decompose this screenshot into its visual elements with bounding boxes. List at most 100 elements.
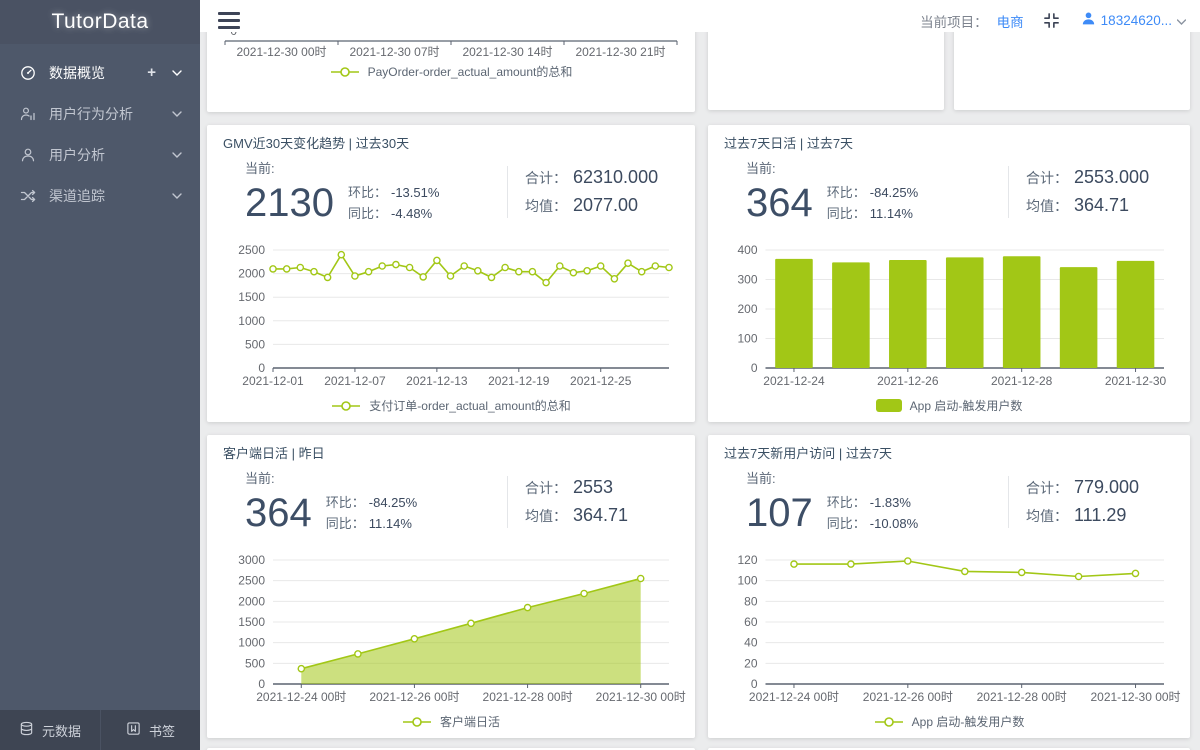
stats-divider: [1008, 476, 1009, 528]
svg-text:2000: 2000: [238, 594, 265, 608]
dau-bar-chart[interactable]: 01002003004002021-12-242021-12-262021-12…: [724, 242, 1174, 392]
line-legend-marker: [402, 717, 432, 727]
svg-text:500: 500: [245, 656, 265, 670]
card-title: 过去7天日活 | 过去7天: [724, 135, 1174, 153]
svg-text:2021-12-19: 2021-12-19: [488, 374, 550, 388]
user-menu[interactable]: 18324620...: [1081, 11, 1186, 31]
svg-text:2021-12-26 00时: 2021-12-26 00时: [863, 690, 953, 704]
tb-label: 同比：: [348, 206, 387, 221]
hb-value: -1.83%: [870, 495, 911, 510]
svg-text:1000: 1000: [238, 636, 265, 650]
svg-text:2021-12-01: 2021-12-01: [242, 374, 304, 388]
avg-label: 均值：: [525, 508, 567, 524]
chevron-down-icon[interactable]: [172, 193, 182, 199]
dashboard-icon: [20, 65, 36, 81]
avg-label: 均值：: [1026, 198, 1068, 214]
hb-label: 环比：: [326, 495, 365, 510]
svg-text:0: 0: [258, 677, 265, 691]
gmv-line-chart[interactable]: 050010001500200025002021-12-012021-12-07…: [223, 242, 679, 392]
tb-value: 11.14%: [369, 516, 412, 531]
stats-divider: [1008, 166, 1009, 218]
chart-legend[interactable]: PayOrder-order_actual_amount的总和: [223, 63, 679, 80]
bookmark-button[interactable]: 书签: [100, 710, 200, 750]
current-value: 364: [245, 487, 312, 539]
svg-text:40: 40: [744, 636, 758, 650]
kpi-stats: 当前: 2130 环比：-13.51% 同比：-4.48% 合计：62310.0…: [223, 158, 679, 242]
hb-label: 环比：: [348, 185, 387, 200]
user-icon: [1081, 11, 1096, 31]
kpi-stats: 当前: 364 环比：-84.25% 同比：11.14% 合计：2553.000…: [724, 158, 1174, 242]
chart-legend[interactable]: App 启动-触发用户数: [724, 713, 1174, 730]
sidebar-item-label: 数据概览: [49, 63, 147, 83]
bookmark-icon: [126, 721, 141, 739]
svg-text:100: 100: [737, 574, 757, 588]
sidebar-item-label: 渠道追踪: [49, 186, 172, 206]
kpi-stats: 当前: 364 环比：-84.25% 同比：11.14% 合计：2553 均值：…: [223, 468, 679, 552]
current-value: 364: [746, 177, 813, 229]
card-dau-7days: 过去7天日活 | 过去7天 当前: 364 环比：-84.25% 同比：11.1…: [708, 125, 1190, 422]
current-project-label: 当前项目：: [920, 11, 988, 31]
chevron-down-icon[interactable]: [172, 152, 182, 158]
avg-value: 364.71: [1074, 195, 1129, 215]
svg-text:2021-12-30 00时: 2021-12-30 00时: [236, 45, 326, 59]
sidebar-item-data-overview[interactable]: 数据概览 +: [0, 52, 200, 93]
tb-value: 11.14%: [870, 206, 913, 221]
svg-text:0: 0: [230, 32, 237, 38]
chart-legend[interactable]: App 启动-触发用户数: [724, 397, 1174, 414]
database-icon: [19, 721, 34, 739]
svg-text:2021-12-28: 2021-12-28: [991, 374, 1053, 388]
chevron-down-icon[interactable]: [172, 111, 182, 117]
add-dashboard-icon[interactable]: +: [147, 64, 156, 81]
line-legend-marker: [330, 67, 360, 77]
user-icon: [20, 147, 36, 163]
svg-text:300: 300: [737, 273, 757, 287]
svg-text:2021-12-24 00时: 2021-12-24 00时: [256, 690, 346, 704]
sidebar-item-label: 用户行为分析: [49, 104, 172, 124]
top-header: 当前项目： 电商 18324620...: [200, 0, 1200, 32]
metadata-button[interactable]: 元数据: [0, 710, 100, 750]
svg-text:80: 80: [744, 594, 758, 608]
svg-text:1000: 1000: [238, 314, 265, 328]
chart-legend[interactable]: 支付订单-order_actual_amount的总和: [223, 397, 679, 414]
svg-text:2500: 2500: [238, 243, 265, 257]
sidebar-item-channel-tracking[interactable]: 渠道追踪: [0, 175, 200, 216]
sidebar-menu: 数据概览 + 用户行为分析 用户分析: [0, 44, 200, 216]
svg-text:1500: 1500: [238, 290, 265, 304]
caret-down-icon: [1177, 12, 1186, 30]
payorder-hourly-axis[interactable]: 02021-12-30 00时2021-12-30 07时2021-12-30 …: [223, 34, 679, 58]
total-value: 62310.000: [573, 167, 658, 187]
total-label: 合计：: [1026, 480, 1068, 496]
svg-text:2021-12-30 00时: 2021-12-30 00时: [1090, 690, 1180, 704]
line-legend-marker: [331, 401, 361, 411]
total-label: 合计：: [525, 170, 567, 186]
app-logo: TutorData: [0, 0, 200, 44]
svg-text:2021-12-26 00时: 2021-12-26 00时: [369, 690, 459, 704]
username: 18324620...: [1101, 13, 1172, 28]
avg-label: 均值：: [525, 198, 567, 214]
channel-icon: [20, 188, 36, 204]
kpi-stats: 当前: 107 环比：-1.83% 同比：-10.08% 合计：779.000 …: [724, 468, 1174, 552]
avg-value: 111.29: [1074, 505, 1126, 525]
hb-label: 环比：: [827, 185, 866, 200]
total-value: 2553.000: [1074, 167, 1149, 187]
svg-text:2021-12-30: 2021-12-30: [1105, 374, 1167, 388]
fullscreen-icon[interactable]: [1043, 12, 1060, 29]
bookmark-label: 书签: [149, 721, 175, 740]
card-new-users: 过去7天新用户访问 | 过去7天 当前: 107 环比：-1.83% 同比：-1…: [708, 435, 1190, 738]
svg-text:60: 60: [744, 615, 758, 629]
sidebar-footer: 元数据 书签: [0, 710, 200, 750]
svg-text:2021-12-30 21时: 2021-12-30 21时: [575, 45, 665, 59]
svg-text:0: 0: [751, 361, 758, 375]
svg-text:2500: 2500: [238, 574, 265, 588]
new-users-line-chart[interactable]: 0204060801001202021-12-24 00时2021-12-26 …: [724, 552, 1174, 708]
sidebar-item-user-analysis[interactable]: 用户分析: [0, 134, 200, 175]
total-value: 2553: [573, 477, 613, 497]
tb-value: -10.08%: [870, 516, 918, 531]
chevron-down-icon[interactable]: [172, 70, 182, 76]
client-dau-area-chart[interactable]: 0500100015002000250030002021-12-24 00时20…: [223, 552, 679, 708]
hamburger-menu-icon[interactable]: [218, 12, 240, 29]
tb-value: -4.48%: [391, 206, 432, 221]
current-project-name[interactable]: 电商: [997, 11, 1024, 31]
chart-legend[interactable]: 客户端日活: [223, 713, 679, 730]
sidebar-item-user-behavior[interactable]: 用户行为分析: [0, 93, 200, 134]
